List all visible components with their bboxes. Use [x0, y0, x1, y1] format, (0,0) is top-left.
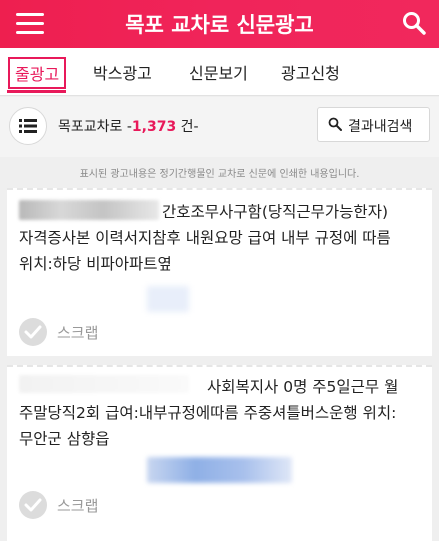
scrap-check-icon [19, 318, 47, 346]
listing-text: 사회복지사 0명 주5일근무 월 주말당직2회 급여:내부규정에따름 주중셔틀버… [19, 374, 422, 452]
listing-line-1: 간호조무사구함(당직근무가능한자) [162, 203, 388, 221]
tab-ad-request[interactable]: 광고신청 [281, 60, 340, 84]
tab-bar: 줄광고 박스광고 신문보기 광고신청 [0, 48, 439, 96]
search-within-results-label: 결과내검색 [348, 119, 413, 135]
title-suffix: 신문광고 [229, 13, 314, 37]
disclaimer-notice: 표시된 광고내용은 정기간행물인 교차로 신문에 인쇄한 내용입니다. [79, 169, 360, 180]
result-count: 목포교차로 -1,373 건- [58, 116, 199, 136]
listing-card[interactable]: 사회복지사 0명 주5일근무 월 주말당직2회 급여:내부규정에따름 주중셔틀버… [7, 365, 432, 541]
title-prefix: 목포 [125, 13, 172, 37]
tab-box-ads[interactable]: 박스광고 [93, 60, 152, 84]
count-prefix: 목포교차로 - [58, 119, 132, 135]
magnifier-icon [328, 117, 342, 131]
app-header: 목포 교차로 신문광고 [0, 0, 439, 48]
listing-line-3: 무안군 삼향읍 [19, 430, 110, 448]
tab-newspaper-view[interactable]: 신문보기 [189, 60, 248, 84]
page-title: 목포 교차로 신문광고 [0, 9, 439, 39]
scrap-button[interactable]: 스크랩 [19, 491, 119, 519]
count-bar: 목포교차로 -1,373 건- 결과내검색 [0, 97, 439, 157]
list-view-button[interactable] [9, 107, 47, 145]
listing-line-1: 사회복지사 0명 주5일근무 월 [207, 378, 399, 396]
search-within-results-button[interactable]: 결과내검색 [317, 107, 430, 142]
listing-card[interactable]: 간호조무사구함(당직근무가능한자) 자격증사본 이력서지참후 내원요망 급여 내… [7, 188, 432, 356]
scrap-button[interactable]: 스크랩 [19, 318, 119, 346]
blurred-contact [147, 286, 189, 312]
tab-line-ads[interactable]: 줄광고 [8, 57, 67, 89]
title-brand: 교차로 [171, 13, 230, 37]
blurred-contact [147, 457, 292, 483]
scrap-label: 스크랩 [57, 497, 99, 515]
listing-line-3: 위치:하당 비파아파트옆 [19, 255, 172, 273]
listing-line-2: 자격증사본 이력서지참후 내원요망 급여 내부 규정에 따름 [19, 229, 391, 247]
search-icon[interactable] [401, 10, 427, 36]
tab-active-underline [7, 90, 66, 93]
list-icon [19, 119, 37, 133]
scrap-check-icon [19, 491, 47, 519]
scrap-label: 스크랩 [57, 324, 99, 342]
listing-line-2: 주말당직2회 급여:내부규정에따름 주중셔틀버스운행 위치: [19, 404, 397, 422]
count-number: 1,373 [131, 119, 177, 135]
count-suffix: 건- [176, 119, 199, 135]
listing-text: 간호조무사구함(당직근무가능한자) 자격증사본 이력서지참후 내원요망 급여 내… [19, 199, 422, 277]
